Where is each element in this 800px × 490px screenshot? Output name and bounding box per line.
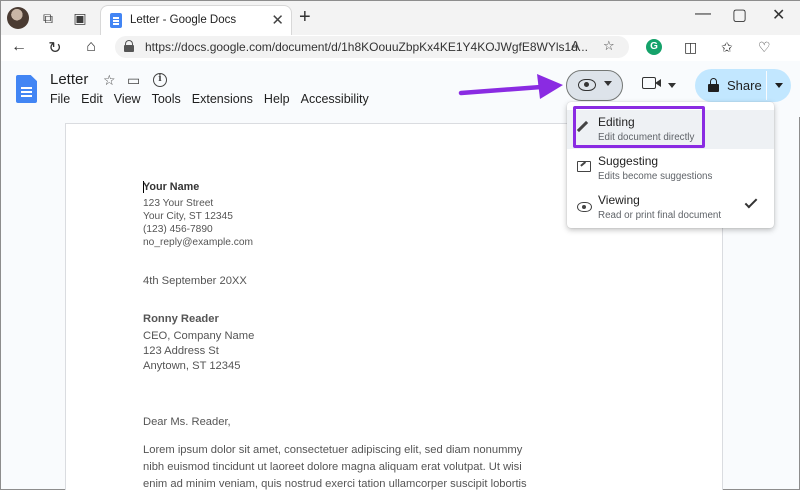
browser-tab-strip: ⧉ ▣ Letter - Google Docs ✕ + — ▢ ✕ [1,1,800,35]
body-line[interactable]: nibh euismod tincidunt ut laoreet dolore… [143,460,522,475]
tab-close-icon[interactable]: ✕ [271,11,284,29]
move-folder-icon[interactable]: ▭ [127,72,140,89]
eye-icon [577,202,592,212]
checkmark-icon [744,195,758,209]
menu-file[interactable]: File [50,92,70,106]
split-screen-icon[interactable]: ◫ [684,39,697,56]
meet-video-icon[interactable] [642,77,661,89]
docs-favicon-icon [110,13,122,28]
sender-street[interactable]: 123 Your Street [143,197,213,210]
minimize-button[interactable]: — [695,5,711,23]
menu-bar: File Edit View Tools Extensions Help Acc… [50,92,380,106]
eye-icon [578,79,596,91]
share-lock-icon [708,78,719,92]
sender-email[interactable]: no_reply@example.com [143,236,253,249]
close-window-button[interactable]: ✕ [772,5,785,25]
suggest-edit-icon [577,161,591,172]
sender-city[interactable]: Your City, ST 12345 [143,210,233,223]
new-tab-button[interactable]: + [299,6,311,29]
grammarly-extension-icon[interactable]: G [646,39,662,55]
lock-icon[interactable] [124,40,134,53]
home-icon[interactable]: ⌂ [81,38,101,56]
share-chevron-down-icon[interactable] [775,83,783,88]
docs-logo-icon[interactable] [16,75,37,103]
share-divider [766,71,767,100]
body-line[interactable]: Lorem ipsum dolor sit amet, consectetuer… [143,443,522,458]
address-bar[interactable]: https://docs.google.com/document/d/1h8KO… [115,36,629,58]
read-aloud-icon[interactable]: A [571,38,580,53]
reload-icon[interactable]: ↻ [45,38,65,58]
favorite-star-icon[interactable]: ☆ [603,38,615,54]
recipient-city[interactable]: Anytown, ST 12345 [143,359,240,374]
mode-option-title: Suggesting [598,154,659,168]
menu-edit[interactable]: Edit [81,92,103,106]
body-line[interactable]: enim ad minim veniam, quis nostrud exerc… [143,477,527,490]
sender-phone[interactable]: (123) 456-7890 [143,223,213,236]
mode-option-viewing[interactable]: Viewing Read or print final document [567,188,774,227]
favorites-icon[interactable]: ✩ [721,39,733,56]
tab-actions-icon[interactable]: ▣ [71,9,89,27]
maximize-button[interactable]: ▢ [732,5,747,25]
document-title[interactable]: Letter [50,71,88,88]
mode-switcher-button[interactable] [566,70,623,101]
share-label: Share [727,78,762,93]
salutation[interactable]: Dear Ms. Reader, [143,415,231,430]
mode-option-desc: Read or print final document [598,210,722,221]
collections-icon[interactable]: ⧉ [39,9,57,27]
mode-option-suggesting[interactable]: Suggesting Edits become suggestions [567,149,774,188]
tab-title: Letter - Google Docs [130,14,237,26]
menu-accessibility[interactable]: Accessibility [301,92,369,106]
recipient-name[interactable]: Ronny Reader [143,312,219,327]
menu-tools[interactable]: Tools [152,92,181,106]
annotation-highlight-box [573,106,705,148]
star-icon[interactable]: ☆ [103,72,116,89]
url-text[interactable]: https://docs.google.com/document/d/1h8KO… [145,40,588,54]
sender-name[interactable]: Your Name [143,181,199,194]
profile-avatar[interactable] [7,7,29,29]
browser-tab-active[interactable]: Letter - Google Docs ✕ [100,5,292,35]
menu-help[interactable]: Help [264,92,290,106]
meet-chevron-down-icon[interactable] [668,83,676,88]
share-button[interactable]: Share [695,69,791,102]
mode-option-title: Viewing [598,193,640,207]
recipient-title[interactable]: CEO, Company Name [143,329,254,344]
document-status-info-icon[interactable]: i [153,73,167,87]
mode-option-desc: Edits become suggestions [598,171,713,182]
recipient-street[interactable]: 123 Address St [143,344,219,359]
letter-date[interactable]: 4th September 20XX [143,274,247,289]
back-arrow-icon[interactable]: ← [9,38,29,56]
chevron-down-icon [604,81,612,86]
menu-view[interactable]: View [114,92,141,106]
browser-toolbar: ← ↻ ⌂ https://docs.google.com/document/d… [1,35,800,61]
browser-essentials-icon[interactable]: ♡ [758,39,771,56]
menu-extensions[interactable]: Extensions [192,92,253,106]
